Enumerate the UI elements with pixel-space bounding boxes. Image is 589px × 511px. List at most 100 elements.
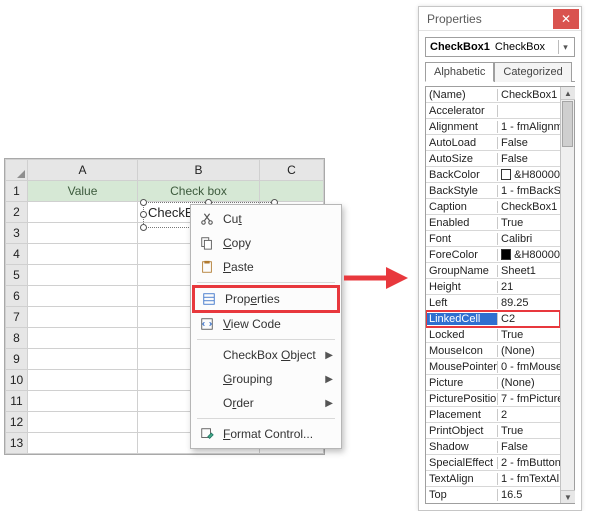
prop-row-height[interactable]: Height21: [426, 279, 560, 295]
cell-a1[interactable]: Value: [28, 181, 138, 202]
row-header-8[interactable]: 8: [6, 328, 28, 349]
prop-value[interactable]: Calibri: [498, 233, 560, 245]
menu-copy[interactable]: Copy: [193, 231, 339, 255]
prop-value[interactable]: 0 - fmMouse: [498, 361, 560, 373]
row-header-12[interactable]: 12: [6, 412, 28, 433]
row-header-9[interactable]: 9: [6, 349, 28, 370]
row-header-7[interactable]: 7: [6, 307, 28, 328]
menu-view-code[interactable]: View Code: [193, 312, 339, 336]
prop-value[interactable]: True: [498, 329, 560, 341]
prop-row-autosize[interactable]: AutoSizeFalse: [426, 151, 560, 167]
prop-row-specialeffect[interactable]: SpecialEffect2 - fmButton: [426, 455, 560, 471]
prop-row-caption[interactable]: CaptionCheckBox1: [426, 199, 560, 215]
prop-value[interactable]: 21: [498, 281, 560, 293]
prop-row-backstyle[interactable]: BackStyle1 - fmBackSt: [426, 183, 560, 199]
prop-row-mouseicon[interactable]: MouseIcon(None): [426, 343, 560, 359]
menu-checkbox-object[interactable]: CheckBox Object ▶: [193, 343, 339, 367]
prop-row-alignment[interactable]: Alignment1 - fmAlignm: [426, 119, 560, 135]
cell-a12[interactable]: [28, 412, 138, 433]
prop-value[interactable]: C2: [498, 313, 560, 325]
cell-a10[interactable]: [28, 370, 138, 391]
scrollbar[interactable]: ▲ ▼: [560, 87, 574, 503]
scroll-down-button[interactable]: ▼: [561, 490, 575, 503]
row-header-5[interactable]: 5: [6, 265, 28, 286]
prop-value[interactable]: &H80000: [498, 169, 560, 181]
cell-a6[interactable]: [28, 286, 138, 307]
cell-a2[interactable]: [28, 202, 138, 223]
col-header-c[interactable]: C: [260, 160, 324, 181]
menu-grouping[interactable]: Grouping ▶: [193, 367, 339, 391]
row-header-2[interactable]: 2: [6, 202, 28, 223]
prop-value[interactable]: CheckBox1: [498, 201, 560, 213]
prop-value[interactable]: False: [498, 153, 560, 165]
prop-value[interactable]: (None): [498, 345, 560, 357]
cell-a3[interactable]: [28, 223, 138, 244]
menu-cut[interactable]: Cut: [193, 207, 339, 231]
prop-row-groupname[interactable]: GroupNameSheet1: [426, 263, 560, 279]
cell-a5[interactable]: [28, 265, 138, 286]
row-header-11[interactable]: 11: [6, 391, 28, 412]
prop-value[interactable]: True: [498, 425, 560, 437]
prop-value[interactable]: 1 - fmTextAl: [498, 473, 560, 485]
prop-row-accelerator[interactable]: Accelerator: [426, 103, 560, 119]
row-header-13[interactable]: 13: [6, 433, 28, 454]
cell-a11[interactable]: [28, 391, 138, 412]
prop-value[interactable]: 2: [498, 409, 560, 421]
prop-value[interactable]: 7 - fmPicture: [498, 393, 560, 405]
prop-value[interactable]: &H80000: [498, 249, 560, 261]
menu-format-control[interactable]: Format Control...: [193, 422, 339, 446]
prop-row-textalign[interactable]: TextAlign1 - fmTextAl: [426, 471, 560, 487]
menu-properties[interactable]: Properties: [192, 285, 340, 313]
prop-value[interactable]: (None): [498, 377, 560, 389]
prop-row-enabled[interactable]: EnabledTrue: [426, 215, 560, 231]
cell-a13[interactable]: [28, 433, 138, 454]
prop-value[interactable]: 89.25: [498, 297, 560, 309]
close-button[interactable]: ✕: [553, 9, 579, 29]
cell-c1[interactable]: [260, 181, 324, 202]
prop-row-linkedcell[interactable]: LinkedCellC2: [426, 311, 560, 327]
prop-row-name[interactable]: (Name)CheckBox1: [426, 87, 560, 103]
row-header-10[interactable]: 10: [6, 370, 28, 391]
prop-row-locked[interactable]: LockedTrue: [426, 327, 560, 343]
scroll-up-button[interactable]: ▲: [561, 87, 575, 100]
prop-row-mousepointer[interactable]: MousePointer0 - fmMouse: [426, 359, 560, 375]
object-selector[interactable]: CheckBox1 CheckBox ▾: [425, 37, 575, 57]
prop-value[interactable]: Sheet1: [498, 265, 560, 277]
cell-a4[interactable]: [28, 244, 138, 265]
tab-categorized[interactable]: Categorized: [494, 62, 571, 82]
prop-row-backcolor[interactable]: BackColor&H80000: [426, 167, 560, 183]
prop-row-picture[interactable]: Picture(None): [426, 375, 560, 391]
prop-value[interactable]: 2 - fmButton: [498, 457, 560, 469]
prop-row-pictureposition[interactable]: PicturePosition7 - fmPicture: [426, 391, 560, 407]
cell-a9[interactable]: [28, 349, 138, 370]
prop-value[interactable]: False: [498, 137, 560, 149]
tab-alphabetic[interactable]: Alphabetic: [425, 62, 494, 82]
prop-value[interactable]: False: [498, 441, 560, 453]
row-header-4[interactable]: 4: [6, 244, 28, 265]
row-header-1[interactable]: 1: [6, 181, 28, 202]
prop-row-shadow[interactable]: ShadowFalse: [426, 439, 560, 455]
cell-a8[interactable]: [28, 328, 138, 349]
prop-row-placement[interactable]: Placement2: [426, 407, 560, 423]
prop-row-printobject[interactable]: PrintObjectTrue: [426, 423, 560, 439]
prop-row-font[interactable]: FontCalibri: [426, 231, 560, 247]
scroll-thumb[interactable]: [562, 101, 573, 147]
prop-value[interactable]: 16.5: [498, 489, 560, 501]
prop-row-top[interactable]: Top16.5: [426, 487, 560, 503]
row-header-3[interactable]: 3: [6, 223, 28, 244]
cell-a7[interactable]: [28, 307, 138, 328]
prop-row-forecolor[interactable]: ForeColor&H80000: [426, 247, 560, 263]
col-header-b[interactable]: B: [138, 160, 260, 181]
prop-value[interactable]: 1 - fmBackSt: [498, 185, 560, 197]
row-header-6[interactable]: 6: [6, 286, 28, 307]
prop-value[interactable]: CheckBox1: [498, 89, 560, 101]
cell-b1[interactable]: Check box: [138, 181, 260, 202]
menu-order[interactable]: Order ▶: [193, 391, 339, 415]
menu-paste[interactable]: Paste: [193, 255, 339, 279]
col-header-a[interactable]: A: [28, 160, 138, 181]
select-all-corner[interactable]: [6, 160, 28, 181]
prop-value[interactable]: True: [498, 217, 560, 229]
prop-row-autoload[interactable]: AutoLoadFalse: [426, 135, 560, 151]
properties-titlebar[interactable]: Properties ✕: [419, 7, 581, 31]
prop-row-left[interactable]: Left89.25: [426, 295, 560, 311]
